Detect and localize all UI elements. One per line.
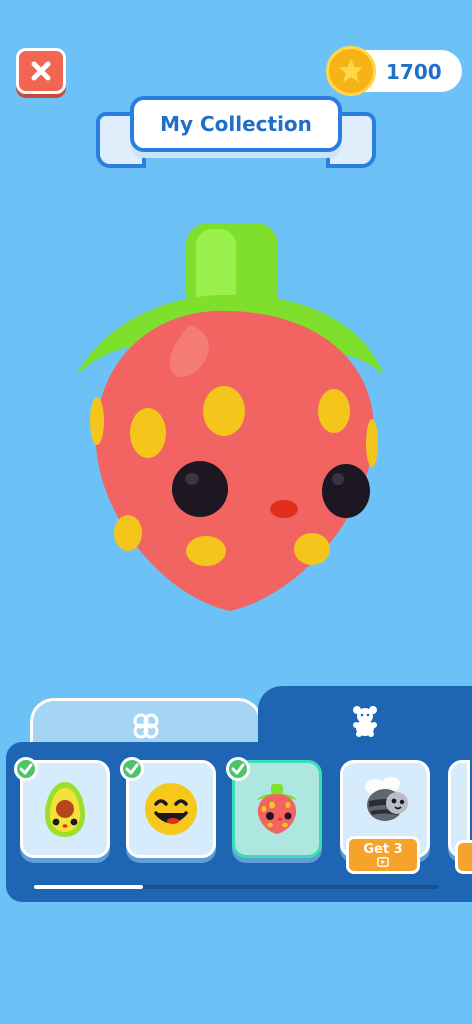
teddy-bear-icon	[353, 706, 377, 737]
strawberry-icon	[257, 784, 297, 834]
strawberry-character-icon[interactable]	[70, 215, 390, 625]
bee-icon	[365, 777, 408, 821]
owned-check-icon	[226, 757, 250, 781]
smiley-face-icon	[145, 783, 197, 835]
coin-count: 1700	[386, 60, 442, 84]
close-x-icon	[31, 61, 51, 81]
video-play-icon	[377, 857, 389, 867]
get-bee-offer-button[interactable]: Get 3	[346, 836, 420, 874]
collection-scroll-thumb[interactable]	[34, 885, 143, 889]
title-banner: My Collection	[130, 96, 342, 152]
grid-flower-icon	[133, 713, 159, 738]
next-offer-button[interactable]	[455, 840, 472, 874]
avocado-icon	[45, 782, 85, 837]
gold-coin-icon	[326, 46, 376, 96]
page-title: My Collection	[160, 112, 312, 136]
owned-check-icon	[120, 757, 144, 781]
get-offer-label: Get 3	[363, 842, 403, 857]
owned-check-icon	[14, 757, 38, 781]
close-button[interactable]	[16, 48, 66, 94]
